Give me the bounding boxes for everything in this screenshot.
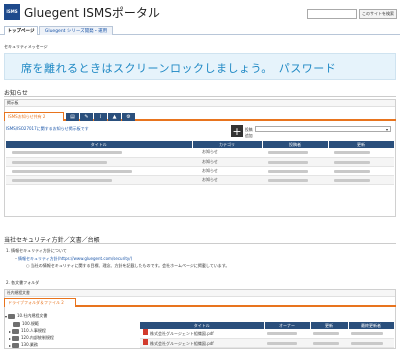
pencil-icon[interactable]: ✎ [80,113,93,121]
table-row[interactable]: 株式会社グルージェント組織図.pdf [140,329,394,339]
column-category[interactable]: カテゴリ [192,141,263,148]
tab-drive-folder[interactable]: ドライブフォルダ＆ファイル 2 [4,298,76,307]
table-row[interactable]: お知らせ [6,157,394,167]
column-updated[interactable]: 更新 [328,141,395,148]
table-header-row: タイトル オーナー 更新 最終更新者 [140,322,395,329]
page-nav: トップページ Gluegent シリーズ開発・運用 [0,26,400,35]
column-title[interactable]: タイトル [140,322,265,329]
pdf-icon [143,329,148,336]
file-name[interactable]: 株式会社グルージェント組織図.pdf [150,331,214,336]
alert-icon[interactable]: ▲ [108,113,121,121]
table-row[interactable]: お知らせ [6,148,394,158]
folder-icon [12,328,20,334]
policy-item1-sub: ○ 当社の情報セキュリティに関する目標、理念、方針を記載したものです。会社ホーム… [26,263,230,268]
folder-tree: ▾ 10.社内規程文書 100.規範 ▸ 110.人事規程 ▸ 120.内部統制規程 … [5,313,138,349]
site-title[interactable]: Gluegent ISMSポータル [24,4,160,21]
tree-item[interactable]: ▸ 110.人事規程 [9,328,46,334]
category-select[interactable]: ▾ [255,126,391,132]
tree-item[interactable]: 100.規範 [13,321,39,327]
policy-divider [4,243,396,244]
clip-icon[interactable]: ⌇ [94,113,107,121]
bulletin-tabbar: ISMSお知らせ共有 2 ▤ ✎ ⌇ ▲ ⚙ [4,112,396,121]
column-title[interactable]: タイトル [6,141,193,148]
add-post-button[interactable]: + [231,125,243,137]
security-message-label: セキュリティメッセージ [4,44,48,49]
site-header: ISMS Gluegent ISMSポータル このサイトを検索 [0,0,400,24]
row-category: お知らせ [192,157,262,167]
security-ticker: 席を離れるときはスクリーンロックしましょう。 パスワード [4,53,396,80]
column-updated[interactable]: 更新 [310,322,349,329]
pdf-icon [143,338,148,345]
tree-item[interactable]: ▾ 10.社内規程文書 [5,313,47,319]
ticker-text: 席を離れるときはスクリーンロックしましょう。 パスワード [21,62,337,75]
add-post-sublabel: 追加 [245,133,253,138]
notices-divider [4,96,396,97]
file-name[interactable]: 株式会社グルージェント組織図.pdf [150,341,214,346]
column-owner[interactable]: オーナー [264,322,311,329]
policy-item1-desc: 当社の情報セキュリティに関する目標、理念、方針を記載したものです。会社ホームペー… [30,263,230,268]
site-search-button[interactable]: このサイトを検索 [359,9,397,19]
tree-item[interactable]: ▸ 120.内部統制規程 [9,335,54,341]
column-last-editor[interactable]: 最終更新者 [348,322,395,329]
table-row[interactable]: お知らせ [6,166,394,176]
bulletin-description-link[interactable]: ISMS/ISO27017に関するお知らせ掲示板です [6,126,89,132]
chevron-right-icon[interactable]: ▸ [9,343,11,348]
site-logo[interactable]: ISMS [4,4,20,20]
tab-gluegent-series[interactable]: Gluegent シリーズ開発・運用 [39,26,113,35]
policy-item1-title: 1. 情報セキュリティ方針について [6,248,67,253]
documents-box-label: 社内規程文書 [5,290,395,297]
site-search-input[interactable] [307,9,357,19]
chevron-down-icon: ▾ [385,127,388,132]
folder-icon [12,335,20,341]
chevron-down-icon[interactable]: ▾ [5,314,7,319]
table-header-row: タイトル カテゴリ 投稿者 更新 [6,141,395,148]
folder-icon [12,342,20,348]
table-row[interactable]: 株式会社グルージェント組織図.pdf [140,338,394,348]
tab-isms-notices[interactable]: ISMSお知らせ共有 2 [4,112,64,121]
tab-top-page[interactable]: トップページ [4,26,38,35]
chevron-right-icon[interactable]: ▸ [9,329,11,334]
folder-icon [13,321,20,327]
files-table: タイトル オーナー 更新 最終更新者 株式会社グルージェント組織図.pdf 株式… [140,322,395,348]
notices-table: タイトル カテゴリ 投稿者 更新 お知らせ お知らせ お知らせ お知らせ [6,141,395,185]
row-category: お知らせ [192,175,262,185]
security-policy-link[interactable]: 情報セキュリティ方針(https://www.gluegent.com/secu… [18,256,132,261]
doc-icon[interactable]: ▤ [66,113,79,121]
table-row[interactable]: お知らせ [6,175,394,185]
bulletin-box-label: 掲示板 [5,100,395,107]
chevron-right-icon[interactable]: ▸ [9,336,11,341]
folder-icon [8,313,16,319]
column-author[interactable]: 投稿者 [262,141,329,148]
policy-item1-bullet: ・情報セキュリティ方針(https://www.gluegent.com/sec… [14,256,133,261]
row-category: お知らせ [192,166,262,176]
gear-icon[interactable]: ⚙ [122,113,135,121]
tree-item[interactable]: ▸ 130.業務 [9,342,38,348]
drive-tabbar: ドライブフォルダ＆ファイル 2 [4,298,396,307]
row-category: お知らせ [192,148,262,158]
policy-item2-title: 2. 各文書フォルダ [6,280,40,285]
